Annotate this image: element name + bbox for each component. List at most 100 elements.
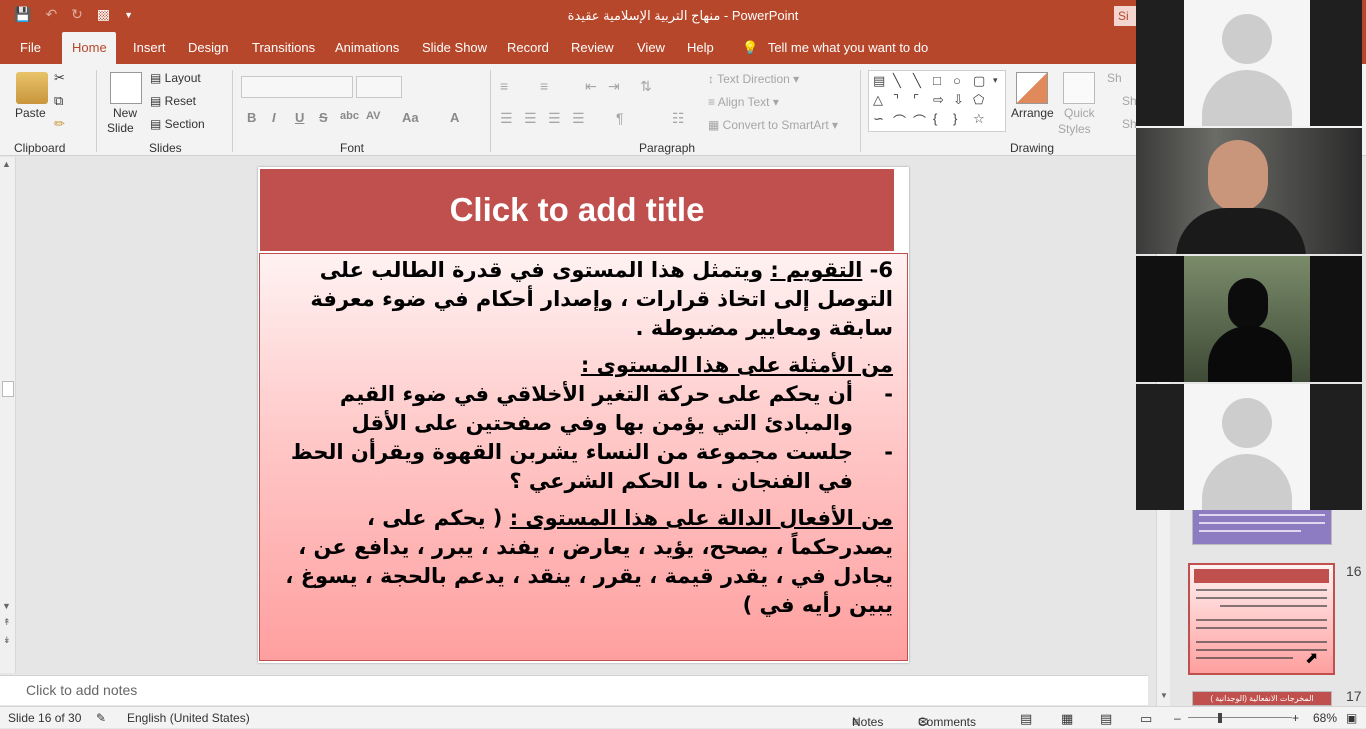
- paste-icon[interactable]: [16, 72, 48, 104]
- rtl-icon[interactable]: ¶: [616, 110, 624, 126]
- oval-shape-icon[interactable]: ○: [953, 73, 961, 88]
- tab-review[interactable]: Review: [561, 32, 624, 64]
- cut-icon[interactable]: ✂: [54, 70, 65, 86]
- zoom-slider[interactable]: [1188, 717, 1292, 718]
- participant-video-2[interactable]: [1136, 128, 1362, 254]
- text-box-shape-icon[interactable]: ▤: [873, 73, 885, 89]
- slide-content-box[interactable]: 6- التقويم : ويتمثل هذا المستوى في قدرة …: [259, 253, 908, 661]
- tab-animations[interactable]: Animations: [325, 32, 409, 64]
- layout-button[interactable]: ▤ Layout: [150, 71, 201, 85]
- numbering-icon[interactable]: ≡: [540, 78, 548, 94]
- tab-insert[interactable]: Insert: [123, 32, 176, 64]
- rectangle-shape-icon[interactable]: □: [933, 73, 941, 88]
- tab-view[interactable]: View: [627, 32, 675, 64]
- line-spacing-icon[interactable]: ⇅: [640, 78, 652, 95]
- scroll-thumb[interactable]: [2, 381, 14, 397]
- quick-styles-icon[interactable]: [1063, 72, 1095, 104]
- new-slide-label-2[interactable]: Slide: [107, 121, 134, 135]
- arrange-icon[interactable]: [1016, 72, 1048, 104]
- scroll-down-icon[interactable]: ▼: [2, 601, 11, 611]
- tell-me-search[interactable]: 💡 Tell me what you want to do: [732, 32, 938, 64]
- pentagon-shape-icon[interactable]: ⬠: [973, 92, 984, 108]
- tab-help[interactable]: Help: [677, 32, 724, 64]
- freeform-shape-icon[interactable]: ∽: [873, 111, 884, 127]
- quick-styles-label-1[interactable]: Quick: [1064, 106, 1095, 120]
- char-spacing-button[interactable]: AV: [366, 110, 380, 122]
- strikethrough-button[interactable]: S: [319, 110, 328, 125]
- slide-title-placeholder[interactable]: Click to add title: [260, 169, 894, 251]
- tab-transitions[interactable]: Transitions: [242, 32, 325, 64]
- elbow-connector-icon[interactable]: ⌝: [893, 92, 899, 108]
- increase-indent-icon[interactable]: ⇥: [608, 78, 620, 95]
- normal-view-icon[interactable]: ▤: [1020, 711, 1032, 727]
- participant-video-1[interactable]: [1136, 0, 1362, 126]
- scroll-up-icon[interactable]: ▲: [2, 159, 11, 169]
- bold-button[interactable]: B: [247, 110, 256, 125]
- rounded-rect-shape-icon[interactable]: ▢: [973, 73, 985, 89]
- shape-effects-button[interactable]: Sh: [1122, 117, 1137, 131]
- participant-video-4[interactable]: [1136, 384, 1362, 510]
- current-slide[interactable]: Click to add title 6- التقويم : ويتمثل ه…: [258, 167, 909, 663]
- language-indicator[interactable]: English (United States): [127, 711, 250, 725]
- elbow-connector-icon[interactable]: ⌜: [913, 92, 919, 108]
- underline-button[interactable]: U: [295, 110, 304, 125]
- zoom-in-icon[interactable]: +: [1292, 711, 1299, 725]
- vertical-scrollbar[interactable]: ▲ ▼ ↟ ↡: [0, 157, 16, 673]
- triangle-shape-icon[interactable]: △: [873, 92, 883, 108]
- font-family-box[interactable]: [241, 76, 353, 98]
- scroll-down-icon[interactable]: ▼: [1160, 691, 1168, 700]
- zoom-level[interactable]: 68%: [1313, 711, 1337, 725]
- tab-home[interactable]: Home: [62, 32, 116, 64]
- brace-shape-icon[interactable]: }: [953, 111, 957, 126]
- tab-slide-show[interactable]: Slide Show: [412, 32, 497, 64]
- change-case-button[interactable]: Aa: [402, 110, 419, 125]
- gallery-more-icon[interactable]: ▾: [993, 75, 998, 86]
- previous-slide-icon[interactable]: ↟: [3, 617, 11, 628]
- font-size-box[interactable]: [356, 76, 402, 98]
- paste-button[interactable]: Paste: [15, 106, 46, 120]
- star-shape-icon[interactable]: ☆: [973, 111, 985, 127]
- shape-outline-button[interactable]: Sh: [1122, 94, 1137, 108]
- shape-fill-button[interactable]: Sh: [1107, 71, 1122, 85]
- participant-video-3[interactable]: [1136, 256, 1362, 382]
- reset-button[interactable]: ▤ Reset: [150, 94, 196, 108]
- line-shape-icon[interactable]: ╲: [893, 73, 901, 89]
- convert-smartart-button[interactable]: ▦ Convert to SmartArt ▾: [708, 118, 838, 132]
- slide-thumbnail-17[interactable]: المخرجات الانفعالية (الوجدانية ): [1192, 691, 1332, 706]
- slide-sorter-icon[interactable]: ▦: [1061, 711, 1073, 727]
- copy-icon[interactable]: ⧉: [54, 93, 63, 109]
- align-left-icon[interactable]: ☰: [500, 110, 513, 127]
- down-arrow-shape-icon[interactable]: ⇩: [953, 92, 964, 108]
- right-arrow-shape-icon[interactable]: ⇨: [933, 92, 944, 108]
- section-button[interactable]: ▤ Section: [150, 117, 205, 131]
- reading-view-icon[interactable]: ▤: [1100, 711, 1112, 727]
- arc-shape-icon[interactable]: ⌒: [893, 111, 906, 130]
- shapes-gallery[interactable]: ▤ ╲ ╲ □ ○ ▢ △ ⌝ ⌜ ⇨ ⇩ ⬠ ∽ ⌒ ⌒ { } ☆ ▾: [868, 70, 1006, 132]
- tab-file[interactable]: File: [10, 32, 51, 64]
- brace-shape-icon[interactable]: {: [933, 111, 937, 126]
- zoom-out-icon[interactable]: –: [1174, 711, 1181, 725]
- curve-shape-icon[interactable]: ⌒: [913, 111, 926, 130]
- quick-styles-label-2[interactable]: Styles: [1058, 122, 1091, 136]
- align-center-icon[interactable]: ☰: [524, 110, 537, 127]
- bullets-icon[interactable]: ≡: [500, 78, 508, 94]
- arrange-button[interactable]: Arrange: [1011, 106, 1054, 120]
- tab-design[interactable]: Design: [178, 32, 238, 64]
- columns-icon[interactable]: ☷: [672, 110, 685, 127]
- italic-button[interactable]: I: [272, 110, 276, 125]
- fit-to-window-icon[interactable]: ▣: [1346, 711, 1357, 725]
- align-right-icon[interactable]: ☰: [548, 110, 561, 127]
- new-slide-icon[interactable]: [110, 72, 142, 104]
- justify-icon[interactable]: ☰: [572, 110, 585, 127]
- shadow-button[interactable]: abc: [340, 110, 359, 122]
- align-text-button[interactable]: ≡ Align Text ▾: [708, 95, 779, 109]
- slide-thumbnail-15[interactable]: [1192, 505, 1332, 545]
- text-direction-button[interactable]: ↕ Text Direction ▾: [708, 72, 799, 86]
- font-color-button[interactable]: A: [450, 110, 459, 125]
- line-shape-icon[interactable]: ╲: [913, 73, 921, 89]
- accessibility-icon[interactable]: ✎: [96, 711, 106, 725]
- new-slide-label-1[interactable]: New: [113, 106, 137, 120]
- format-painter-icon[interactable]: ✏: [54, 116, 65, 132]
- decrease-indent-icon[interactable]: ⇤: [585, 78, 597, 95]
- tab-record[interactable]: Record: [497, 32, 559, 64]
